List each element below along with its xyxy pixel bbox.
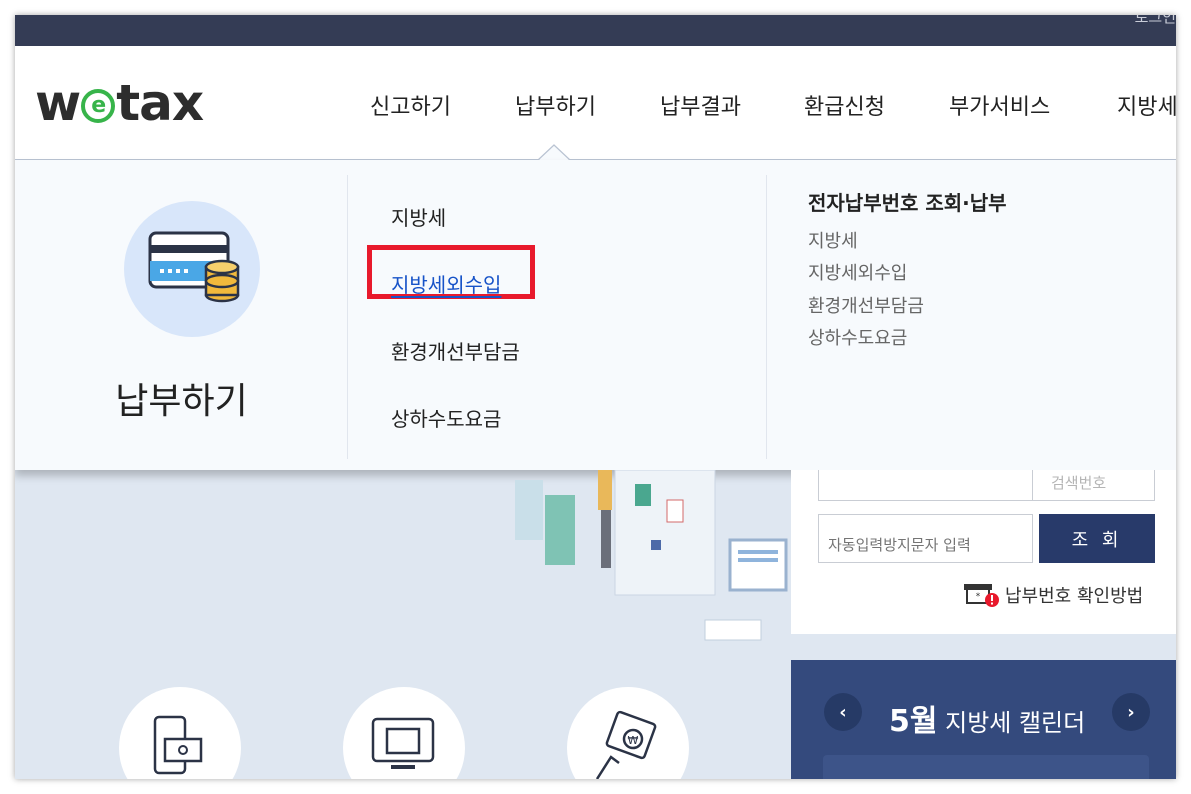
payment-number-input[interactable]: 검색번호 (818, 470, 1155, 501)
calendar-title: 5월 지방세 캘린더 (889, 696, 1085, 740)
mobile-payment-icon (153, 715, 203, 775)
e-payment-lookup-heading[interactable]: 전자납부번호 조회·납부 (808, 187, 1007, 216)
calendar-title-text: 지방세 캘린더 (937, 709, 1086, 737)
e-payment-number-menu: 전자납부번호 조회·납부 지방세 지방세외수입 환경개선부담금 상하수도요금 (808, 175, 1176, 459)
menu-pointer-icon (538, 144, 570, 161)
top-utility-bar: 로그인 (15, 15, 1176, 46)
payment-mega-menu: 납부하기 지방세 지방세외수입 환경개선부담금 상하수도요금 전자납부번호 조회… (15, 160, 1176, 470)
city-illustration (515, 470, 788, 641)
captcha-input[interactable] (818, 514, 1033, 563)
payment-submenu: 지방세 지방세외수입 환경개선부담금 상하수도요금 (349, 175, 767, 459)
help-link-label: 납부번호 확인방법 (1005, 586, 1144, 607)
mega-menu-title: 납부하기 (115, 381, 248, 422)
card-coins-icon (148, 231, 240, 303)
nav-extra-services[interactable]: 부가서비스 (949, 89, 1050, 121)
bill-alert-icon: * (964, 584, 999, 607)
svg-text:*: * (976, 592, 981, 602)
nav-payment-result[interactable]: 납부결과 (660, 89, 741, 121)
search-button[interactable]: 조 회 (1039, 514, 1155, 563)
e-payment-local-tax[interactable]: 지방세 (808, 227, 858, 253)
payment-lookup-panel: 검색번호 조 회 * 납부번호 확인방법 (791, 470, 1176, 634)
submenu-environment-charge[interactable]: 환경개선부담금 (391, 336, 520, 365)
mega-menu-section: 납부하기 (15, 175, 348, 459)
next-month-button[interactable]: › (1112, 693, 1150, 731)
submenu-water-fee[interactable]: 상하수도요금 (391, 403, 501, 432)
prev-month-button[interactable]: ‹ (824, 693, 862, 731)
hand-coupon-icon: ₩ (595, 710, 657, 779)
calendar-month: 5월 (889, 704, 938, 739)
e-payment-environment-charge[interactable]: 환경개선부담금 (808, 292, 924, 318)
e-payment-non-tax-revenue[interactable]: 지방세외수입 (808, 259, 907, 285)
monitor-folder-icon (371, 717, 435, 769)
input-divider (1032, 470, 1033, 500)
submenu-non-tax-revenue[interactable]: 지방세외수입 (391, 269, 501, 298)
site-header: w e tax 신고하기 납부하기 납부결과 환급신청 부가서비스 지방세 (15, 46, 1176, 161)
local-tax-calendar: ‹ 5월 지방세 캘린더 › (791, 660, 1176, 779)
nav-local-tax[interactable]: 지방세 (1117, 89, 1176, 121)
nav-payment[interactable]: 납부하기 (515, 89, 596, 121)
submenu-local-tax[interactable]: 지방세 (391, 202, 446, 231)
nav-refund[interactable]: 환급신청 (804, 89, 885, 121)
payment-number-help-link[interactable]: * 납부번호 확인방법 (951, 576, 1161, 610)
svg-text:₩: ₩ (628, 734, 639, 747)
quick-menu-documents[interactable] (343, 687, 465, 779)
main-navigation: 신고하기 납부하기 납부결과 환급신청 부가서비스 지방세 (15, 89, 1176, 121)
search-number-label: 검색번호 (1051, 474, 1107, 492)
e-payment-water-fee[interactable]: 상하수도요금 (808, 324, 907, 350)
quick-menu-mobile-pay[interactable] (119, 687, 241, 779)
browser-viewport: 로그인 w e tax 신고하기 납부하기 납부결과 환급신청 부가서비스 지방… (15, 15, 1176, 779)
quick-menu-payment-coupon[interactable]: ₩ (567, 687, 689, 779)
payment-illustration (124, 201, 260, 337)
calendar-body (823, 755, 1149, 779)
login-link[interactable]: 로그인 (1135, 15, 1176, 27)
nav-report[interactable]: 신고하기 (370, 89, 451, 121)
